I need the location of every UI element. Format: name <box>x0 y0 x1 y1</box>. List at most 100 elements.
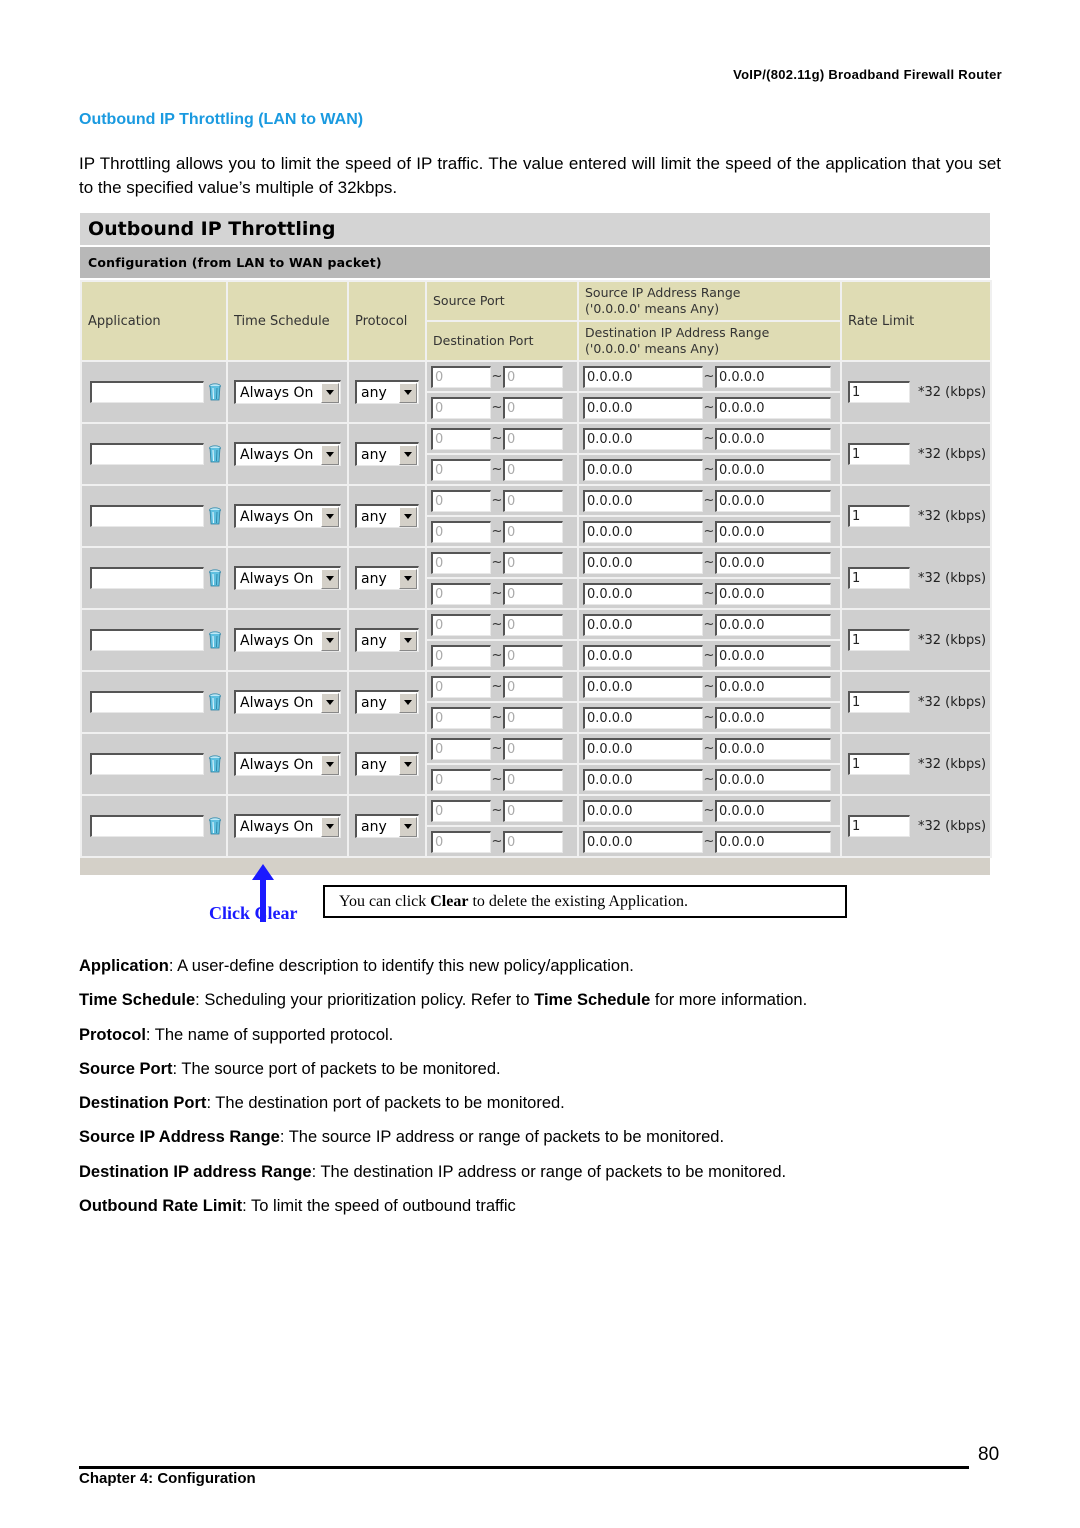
application-input[interactable] <box>90 505 204 527</box>
time-schedule-select[interactable]: Always On <box>234 442 341 466</box>
dest-ip-from-input[interactable]: 0.0.0.0 <box>583 706 703 729</box>
destination-port-from-input[interactable]: 0 <box>431 768 491 791</box>
source-ip-from-input[interactable]: 0.0.0.0 <box>583 489 703 512</box>
destination-port-to-input[interactable]: 0 <box>503 582 563 605</box>
source-ip-to-input[interactable]: 0.0.0.0 <box>715 551 831 574</box>
chevron-down-icon[interactable] <box>399 692 417 713</box>
source-port-to-input[interactable]: 0 <box>503 799 563 822</box>
chevron-down-icon[interactable] <box>399 754 417 775</box>
source-port-from-input[interactable]: 0 <box>431 613 491 636</box>
time-schedule-select[interactable]: Always On <box>234 814 341 838</box>
dest-ip-to-input[interactable]: 0.0.0.0 <box>715 644 831 667</box>
rate-limit-input[interactable]: 1 <box>848 753 910 775</box>
chevron-down-icon[interactable] <box>321 816 339 837</box>
destination-port-to-input[interactable]: 0 <box>503 520 563 543</box>
source-port-from-input[interactable]: 0 <box>431 737 491 760</box>
protocol-select[interactable]: any <box>355 752 419 776</box>
dest-ip-to-input[interactable]: 0.0.0.0 <box>715 582 831 605</box>
source-port-from-input[interactable]: 0 <box>431 489 491 512</box>
source-ip-from-input[interactable]: 0.0.0.0 <box>583 737 703 760</box>
source-ip-from-input[interactable]: 0.0.0.0 <box>583 675 703 698</box>
dest-ip-from-input[interactable]: 0.0.0.0 <box>583 520 703 543</box>
dest-ip-from-input[interactable]: 0.0.0.0 <box>583 830 703 853</box>
destination-port-from-input[interactable]: 0 <box>431 396 491 419</box>
source-port-from-input[interactable]: 0 <box>431 551 491 574</box>
source-port-to-input[interactable]: 0 <box>503 737 563 760</box>
source-ip-from-input[interactable]: 0.0.0.0 <box>583 613 703 636</box>
time-schedule-select[interactable]: Always On <box>234 628 341 652</box>
rate-limit-input[interactable]: 1 <box>848 567 910 589</box>
dest-ip-from-input[interactable]: 0.0.0.0 <box>583 582 703 605</box>
time-schedule-select[interactable]: Always On <box>234 690 341 714</box>
dest-ip-to-input[interactable]: 0.0.0.0 <box>715 520 831 543</box>
destination-port-from-input[interactable]: 0 <box>431 644 491 667</box>
chevron-down-icon[interactable] <box>399 506 417 527</box>
destination-port-to-input[interactable]: 0 <box>503 830 563 853</box>
dest-ip-to-input[interactable]: 0.0.0.0 <box>715 458 831 481</box>
source-port-to-input[interactable]: 0 <box>503 675 563 698</box>
destination-port-to-input[interactable]: 0 <box>503 396 563 419</box>
destination-port-to-input[interactable]: 0 <box>503 768 563 791</box>
application-input[interactable] <box>90 629 204 651</box>
destination-port-to-input[interactable]: 0 <box>503 706 563 729</box>
protocol-select[interactable]: any <box>355 442 419 466</box>
chevron-down-icon[interactable] <box>399 630 417 651</box>
source-port-from-input[interactable]: 0 <box>431 427 491 450</box>
dest-ip-to-input[interactable]: 0.0.0.0 <box>715 830 831 853</box>
source-ip-from-input[interactable]: 0.0.0.0 <box>583 799 703 822</box>
source-port-to-input[interactable]: 0 <box>503 365 563 388</box>
protocol-select[interactable]: any <box>355 628 419 652</box>
time-schedule-select[interactable]: Always On <box>234 380 341 404</box>
dest-ip-to-input[interactable]: 0.0.0.0 <box>715 768 831 791</box>
protocol-select[interactable]: any <box>355 566 419 590</box>
chevron-down-icon[interactable] <box>321 568 339 589</box>
application-input[interactable] <box>90 815 204 837</box>
dest-ip-from-input[interactable]: 0.0.0.0 <box>583 396 703 419</box>
dest-ip-from-input[interactable]: 0.0.0.0 <box>583 644 703 667</box>
source-port-from-input[interactable]: 0 <box>431 365 491 388</box>
dest-ip-to-input[interactable]: 0.0.0.0 <box>715 396 831 419</box>
rate-limit-input[interactable]: 1 <box>848 381 910 403</box>
application-input[interactable] <box>90 691 204 713</box>
rate-limit-input[interactable]: 1 <box>848 629 910 651</box>
source-ip-from-input[interactable]: 0.0.0.0 <box>583 551 703 574</box>
application-input[interactable] <box>90 753 204 775</box>
dest-ip-from-input[interactable]: 0.0.0.0 <box>583 458 703 481</box>
rate-limit-input[interactable]: 1 <box>848 691 910 713</box>
dest-ip-from-input[interactable]: 0.0.0.0 <box>583 768 703 791</box>
source-ip-to-input[interactable]: 0.0.0.0 <box>715 427 831 450</box>
source-ip-from-input[interactable]: 0.0.0.0 <box>583 365 703 388</box>
application-input[interactable] <box>90 567 204 589</box>
trash-can-icon[interactable] <box>209 507 221 525</box>
source-ip-from-input[interactable]: 0.0.0.0 <box>583 427 703 450</box>
trash-can-icon[interactable] <box>209 755 221 773</box>
chevron-down-icon[interactable] <box>399 444 417 465</box>
protocol-select[interactable]: any <box>355 504 419 528</box>
destination-port-from-input[interactable]: 0 <box>431 582 491 605</box>
time-schedule-select[interactable]: Always On <box>234 504 341 528</box>
source-ip-to-input[interactable]: 0.0.0.0 <box>715 489 831 512</box>
source-port-to-input[interactable]: 0 <box>503 427 563 450</box>
application-input[interactable] <box>90 381 204 403</box>
chevron-down-icon[interactable] <box>321 444 339 465</box>
source-port-from-input[interactable]: 0 <box>431 799 491 822</box>
source-ip-to-input[interactable]: 0.0.0.0 <box>715 799 831 822</box>
source-port-to-input[interactable]: 0 <box>503 489 563 512</box>
chevron-down-icon[interactable] <box>321 692 339 713</box>
rate-limit-input[interactable]: 1 <box>848 815 910 837</box>
application-input[interactable] <box>90 443 204 465</box>
chevron-down-icon[interactable] <box>399 816 417 837</box>
trash-can-icon[interactable] <box>209 383 221 401</box>
chevron-down-icon[interactable] <box>399 382 417 403</box>
protocol-select[interactable]: any <box>355 380 419 404</box>
destination-port-from-input[interactable]: 0 <box>431 458 491 481</box>
source-ip-to-input[interactable]: 0.0.0.0 <box>715 365 831 388</box>
chevron-down-icon[interactable] <box>399 568 417 589</box>
destination-port-from-input[interactable]: 0 <box>431 520 491 543</box>
protocol-select[interactable]: any <box>355 690 419 714</box>
chevron-down-icon[interactable] <box>321 754 339 775</box>
time-schedule-select[interactable]: Always On <box>234 752 341 776</box>
trash-can-icon[interactable] <box>209 631 221 649</box>
chevron-down-icon[interactable] <box>321 506 339 527</box>
destination-port-to-input[interactable]: 0 <box>503 644 563 667</box>
